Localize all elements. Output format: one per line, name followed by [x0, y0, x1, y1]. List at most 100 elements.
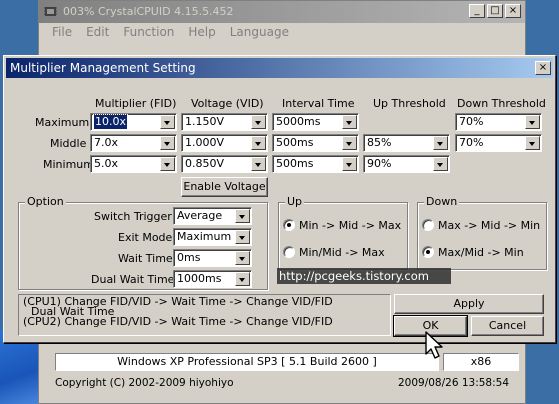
max-multiplier-select[interactable]: 10.0x [90, 113, 177, 131]
menu-file[interactable]: File [45, 23, 79, 41]
dual-wait-time-select[interactable]: 1000ms [173, 270, 252, 288]
enable-voltage-label: Enable Voltage [183, 180, 266, 193]
os-info-field: Windows XP Professional SP3 [ 5.1 Build … [55, 353, 439, 371]
min-interval-value: 500ms [276, 157, 314, 170]
min-interval-select[interactable]: 500ms [272, 155, 359, 173]
cancel-button[interactable]: Cancel [471, 316, 544, 336]
min-voltage-select[interactable]: 0.850V [181, 155, 268, 173]
exit-mode-select[interactable]: Maximum [173, 228, 252, 246]
row-label-minimum: Minimum [43, 158, 94, 171]
col-down-threshold: Down Threshold [457, 97, 546, 110]
menu-edit[interactable]: Edit [79, 23, 116, 41]
up-option-1-radio[interactable] [283, 219, 295, 231]
max-down-threshold-value: 70% [459, 115, 484, 128]
down-option-2-radio[interactable] [422, 246, 434, 258]
watermark-url: http://pcgeeks.tistory.com [277, 268, 451, 284]
down-option-1-label[interactable]: Max -> Mid -> Min [438, 219, 540, 232]
chevron-down-icon[interactable] [235, 251, 250, 265]
down-group-title: Down [424, 195, 460, 208]
up-option-1-label[interactable]: Min -> Mid -> Max [299, 219, 401, 232]
chip-icon [44, 7, 57, 16]
maximize-button[interactable]: □ [487, 4, 503, 18]
down-group: Down [417, 195, 547, 270]
mid-multiplier-value: 7.0x [94, 136, 119, 149]
row-label-middle: Middle [50, 137, 87, 150]
info-line-cpu2: (CPU2) Change FID/VID -> Wait Time -> Ch… [23, 315, 333, 328]
chevron-down-icon[interactable] [251, 115, 266, 129]
menu-language[interactable]: Language [223, 23, 296, 41]
min-up-threshold-value: 90% [367, 157, 392, 170]
close-button[interactable]: × [505, 4, 521, 18]
min-up-threshold-select[interactable]: 90% [363, 155, 450, 173]
col-interval: Interval Time [282, 97, 355, 110]
dialog-title: Multiplier Management Setting [10, 61, 196, 75]
up-group-title: Up [285, 195, 305, 208]
chevron-down-icon[interactable] [342, 115, 357, 129]
mid-down-threshold-value: 70% [459, 136, 484, 149]
down-option-2-label[interactable]: Max/Mid -> Min [438, 246, 524, 259]
change-sequence-info: (CPU1) Change FID/VID -> Wait Time -> Ch… [18, 294, 391, 336]
chevron-down-icon[interactable] [342, 136, 357, 150]
exit-mode-value: Maximum [177, 230, 232, 243]
chevron-down-icon[interactable] [433, 157, 448, 171]
switch-trigger-select[interactable]: Average [173, 207, 252, 225]
col-voltage: Voltage (VID) [191, 97, 264, 110]
chevron-down-icon[interactable] [160, 136, 175, 150]
chevron-down-icon[interactable] [342, 157, 357, 171]
wait-time-label: Wait Time [118, 252, 173, 265]
chevron-down-icon[interactable] [525, 136, 540, 150]
switch-trigger-label: Switch Trigger [94, 210, 172, 223]
chevron-down-icon[interactable] [433, 136, 448, 150]
mid-interval-value: 500ms [276, 136, 314, 149]
chevron-down-icon[interactable] [160, 157, 175, 171]
chevron-down-icon[interactable] [251, 157, 266, 171]
mid-up-threshold-select[interactable]: 85% [363, 134, 450, 152]
max-voltage-value: 1.150V [185, 115, 225, 128]
max-multiplier-value: 10.0x [92, 114, 129, 130]
mid-voltage-value: 1.000V [185, 136, 225, 149]
mid-interval-select[interactable]: 500ms [272, 134, 359, 152]
chevron-down-icon[interactable] [525, 115, 540, 129]
up-option-2-label[interactable]: Min/Mid -> Max [299, 246, 385, 259]
copyright-text: Copyright (C) 2002-2009 hiyohiyo [55, 377, 234, 389]
min-voltage-value: 0.850V [185, 157, 225, 170]
menu-bar: File Edit Function Help Language [39, 23, 525, 41]
max-down-threshold-select[interactable]: 70% [455, 113, 542, 131]
mid-multiplier-select[interactable]: 7.0x [90, 134, 177, 152]
menu-function[interactable]: Function [116, 23, 181, 41]
chevron-down-icon[interactable] [235, 209, 250, 223]
dual-wait-time-label: Dual Wait Time [91, 273, 175, 286]
menu-help[interactable]: Help [181, 23, 222, 41]
datetime-text: 2009/08/26 13:58:54 [397, 377, 509, 389]
switch-trigger-value: Average [177, 209, 223, 222]
chevron-down-icon[interactable] [160, 115, 175, 129]
option-group-title: Option [25, 195, 66, 208]
down-option-1-radio[interactable] [422, 219, 434, 231]
dialog-close-button[interactable]: × [535, 61, 551, 75]
enable-voltage-button[interactable]: Enable Voltage [181, 177, 268, 197]
up-option-2-radio[interactable] [283, 246, 295, 258]
mouse-pointer-icon [425, 331, 443, 359]
chevron-down-icon[interactable] [251, 136, 266, 150]
max-voltage-select[interactable]: 1.150V [181, 113, 268, 131]
apply-button[interactable]: Apply [394, 294, 544, 314]
min-multiplier-select[interactable]: 5.0x [90, 155, 177, 173]
min-multiplier-value: 5.0x [94, 157, 119, 170]
mid-down-threshold-select[interactable]: 70% [455, 134, 542, 152]
mid-voltage-select[interactable]: 1.000V [181, 134, 268, 152]
cancel-label: Cancel [488, 319, 527, 332]
up-group: Up [278, 195, 408, 270]
max-interval-select[interactable]: 5000ms [272, 113, 359, 131]
row-label-maximum: Maximum [35, 116, 90, 129]
col-multiplier: Multiplier (FID) [95, 97, 177, 110]
main-title-bar: 003% CrystalCPUID 4.15.5.452 _ □ × [39, 1, 525, 23]
dialog-title-bar: Multiplier Management Setting × [6, 58, 553, 78]
multiplier-dialog: Multiplier Management Setting × Multipli… [3, 55, 556, 343]
arch-field: x86 [443, 353, 519, 371]
minimize-button[interactable]: _ [469, 4, 485, 18]
main-title-text: 003% CrystalCPUID 4.15.5.452 [63, 5, 234, 18]
chevron-down-icon[interactable] [235, 230, 250, 244]
wait-time-select[interactable]: 0ms [173, 249, 252, 267]
chevron-down-icon[interactable] [235, 272, 250, 286]
wait-time-value: 0ms [177, 251, 201, 264]
